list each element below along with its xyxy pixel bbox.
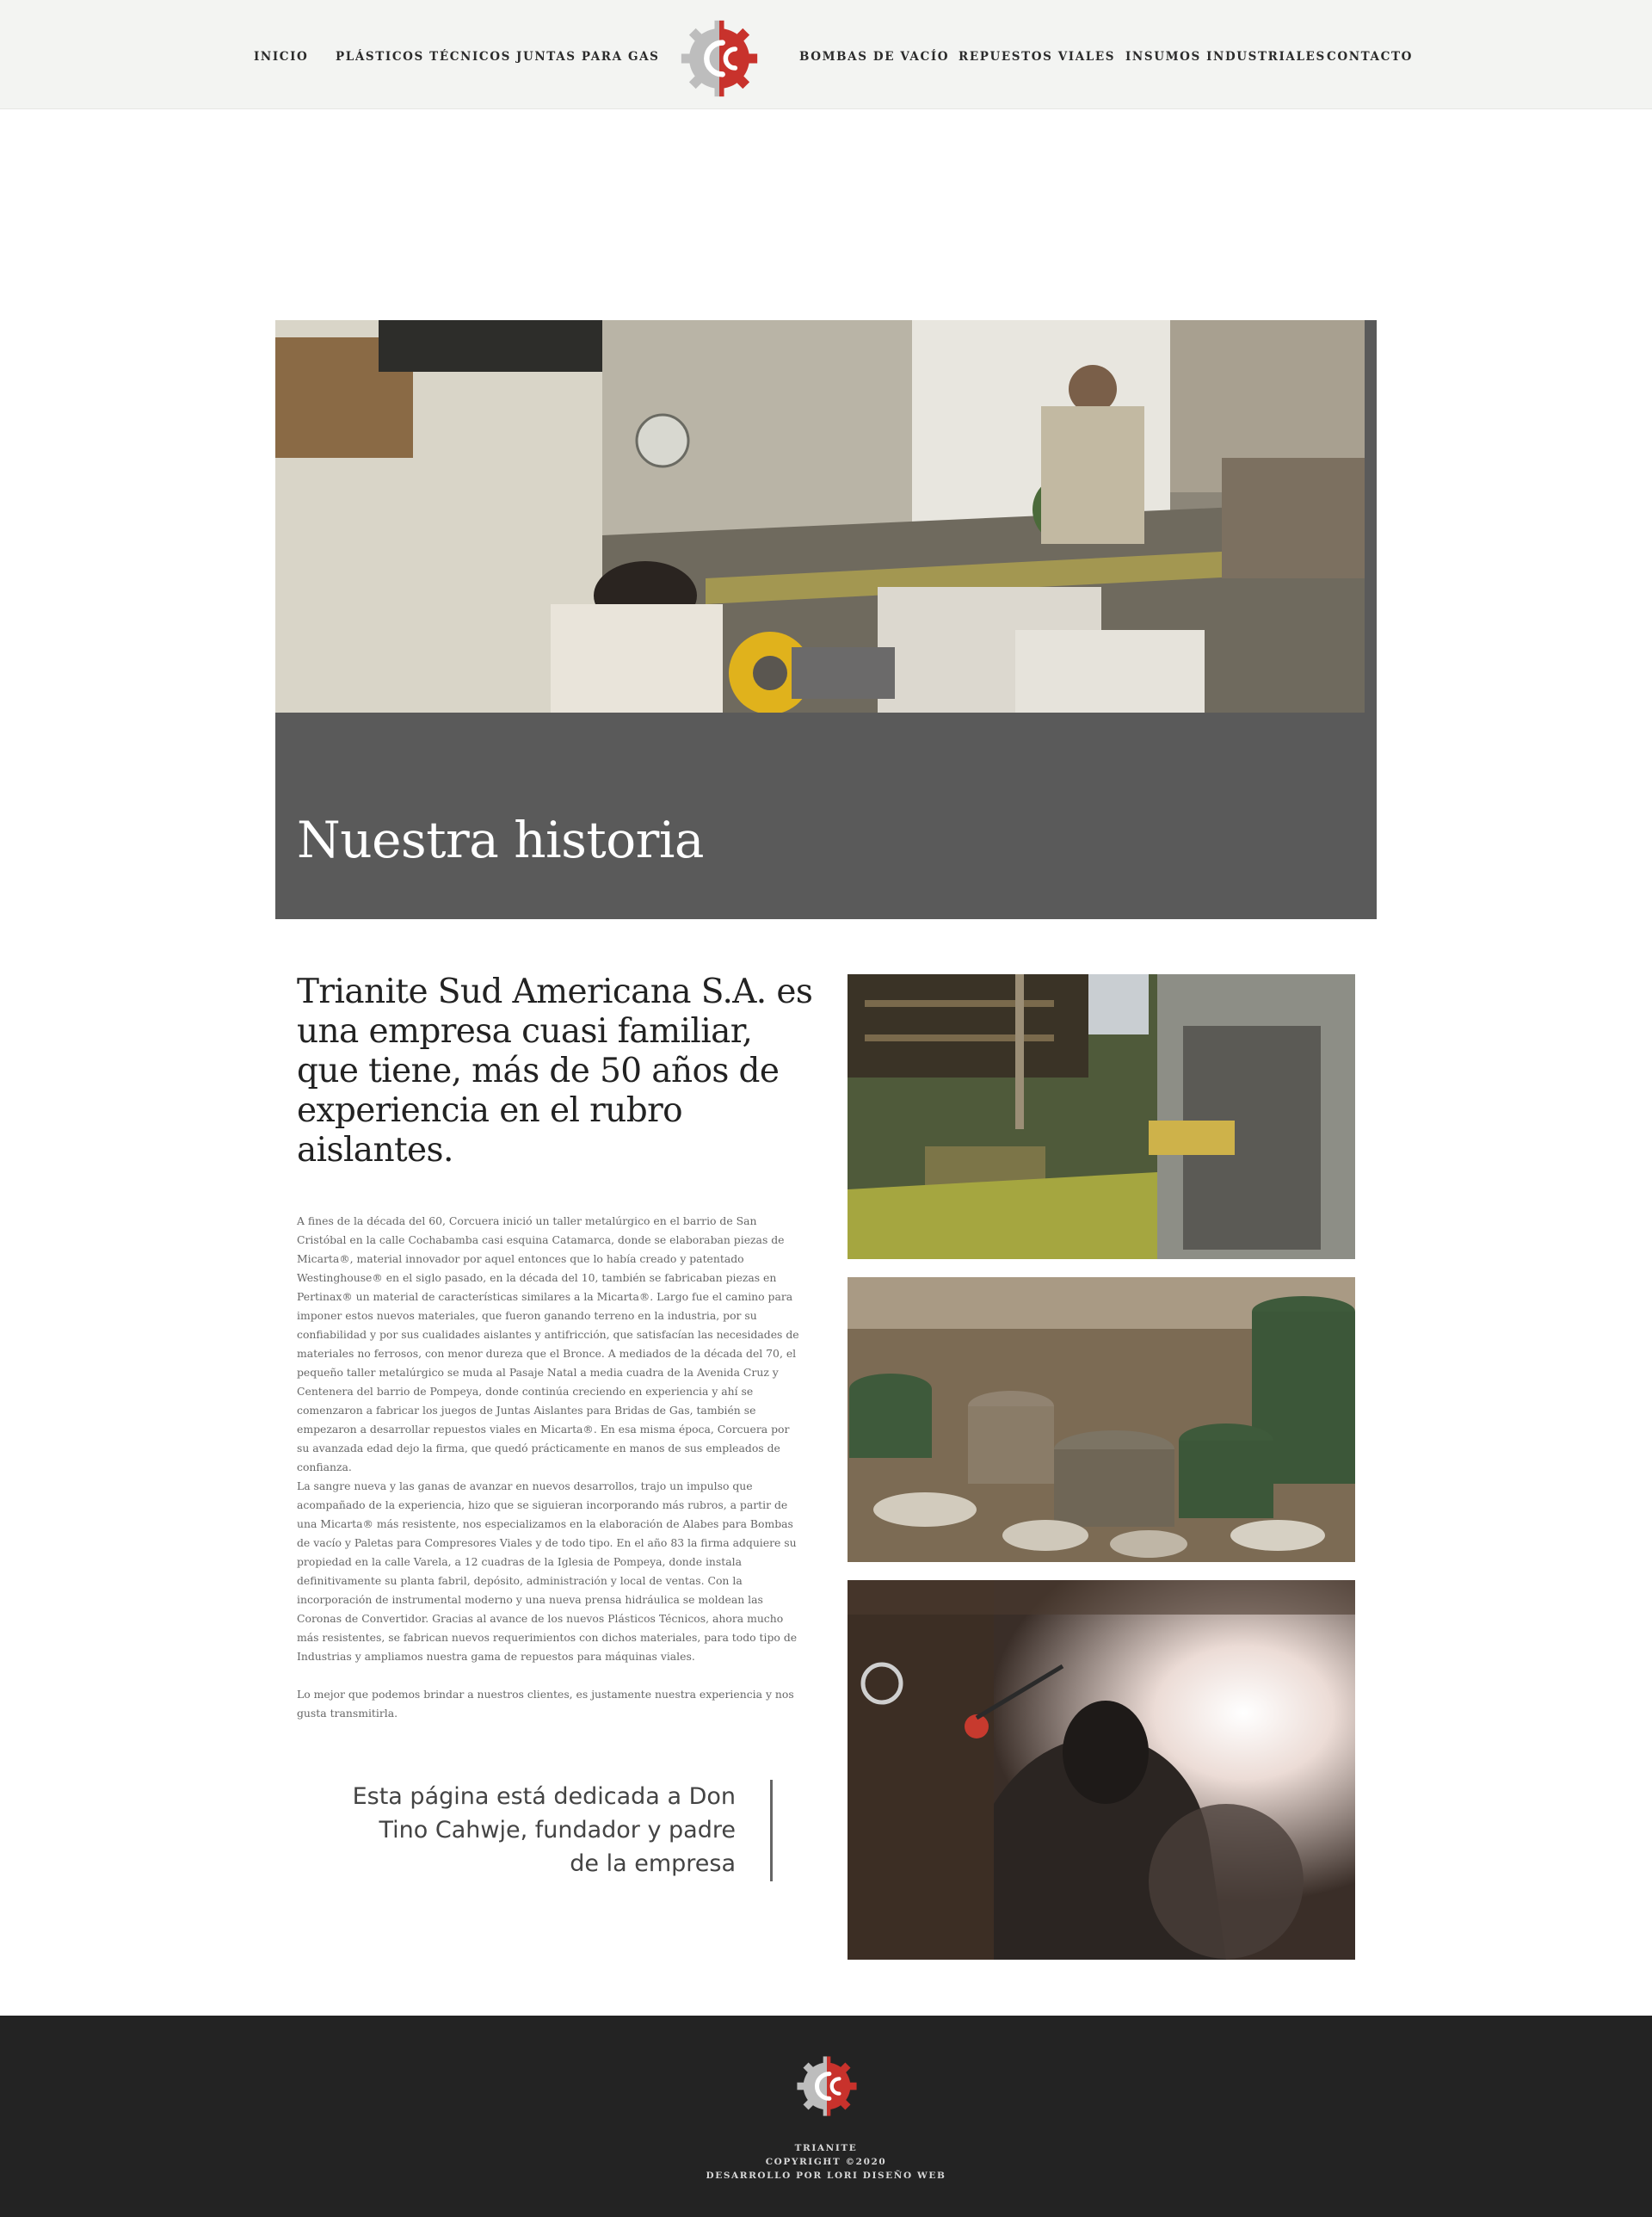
gasket-stock-photo xyxy=(848,1277,1355,1562)
history-text: A fines de la década del 60, Corcuera in… xyxy=(297,1212,804,1723)
top-navigation: INICIO PLÁSTICOS TÉCNICOS JUNTAS PARA GA… xyxy=(0,0,1652,109)
site-footer: TRIANITE COPYRIGHT ©2020 DESARROLLO POR … xyxy=(0,2016,1652,2217)
gear-c-logo-icon[interactable] xyxy=(796,2055,858,2117)
gear-c-logo-icon[interactable] xyxy=(680,19,759,98)
factory-press-photo xyxy=(848,974,1355,1259)
nav-link-inicio[interactable]: INICIO xyxy=(254,50,308,64)
nav-link-insumos-industriales[interactable]: INSUMOS INDUSTRIALES xyxy=(1125,50,1326,64)
nav-link-plasticos-tecnicos[interactable]: PLÁSTICOS TÉCNICOS xyxy=(336,50,511,64)
dedication-quote: Esta página está dedicada a Don Tino Cah… xyxy=(344,1780,773,1881)
nav-link-bombas-de-vacio[interactable]: BOMBAS DE VACÍO xyxy=(799,50,949,64)
footer-brand: TRIANITE xyxy=(794,2143,858,2153)
nav-link-repuestos-viales[interactable]: REPUESTOS VIALES xyxy=(959,50,1115,64)
history-paragraph: A fines de la década del 60, Corcuera in… xyxy=(297,1214,799,1473)
footer-credit-link[interactable]: DESARROLLO POR LORI DISEÑO WEB xyxy=(0,2171,1652,2181)
history-paragraph: La sangre nueva y las ganas de avanzar e… xyxy=(297,1479,798,1663)
welder-photo xyxy=(848,1580,1355,1960)
footer-copyright: COPYRIGHT ©2020 xyxy=(765,2157,887,2167)
page-title: Nuestra historia xyxy=(297,811,705,869)
workshop-photo xyxy=(275,320,1372,713)
nav-link-juntas-para-gas[interactable]: JUNTAS PARA GAS xyxy=(516,50,660,64)
history-paragraph: Lo mejor que podemos brindar a nuestros … xyxy=(297,1688,794,1720)
hero-banner: Nuestra historia xyxy=(275,320,1377,919)
company-intro-heading: Trianite Sud Americana S.A. es una empre… xyxy=(297,973,813,1170)
nav-link-contacto[interactable]: CONTACTO xyxy=(1327,50,1413,64)
